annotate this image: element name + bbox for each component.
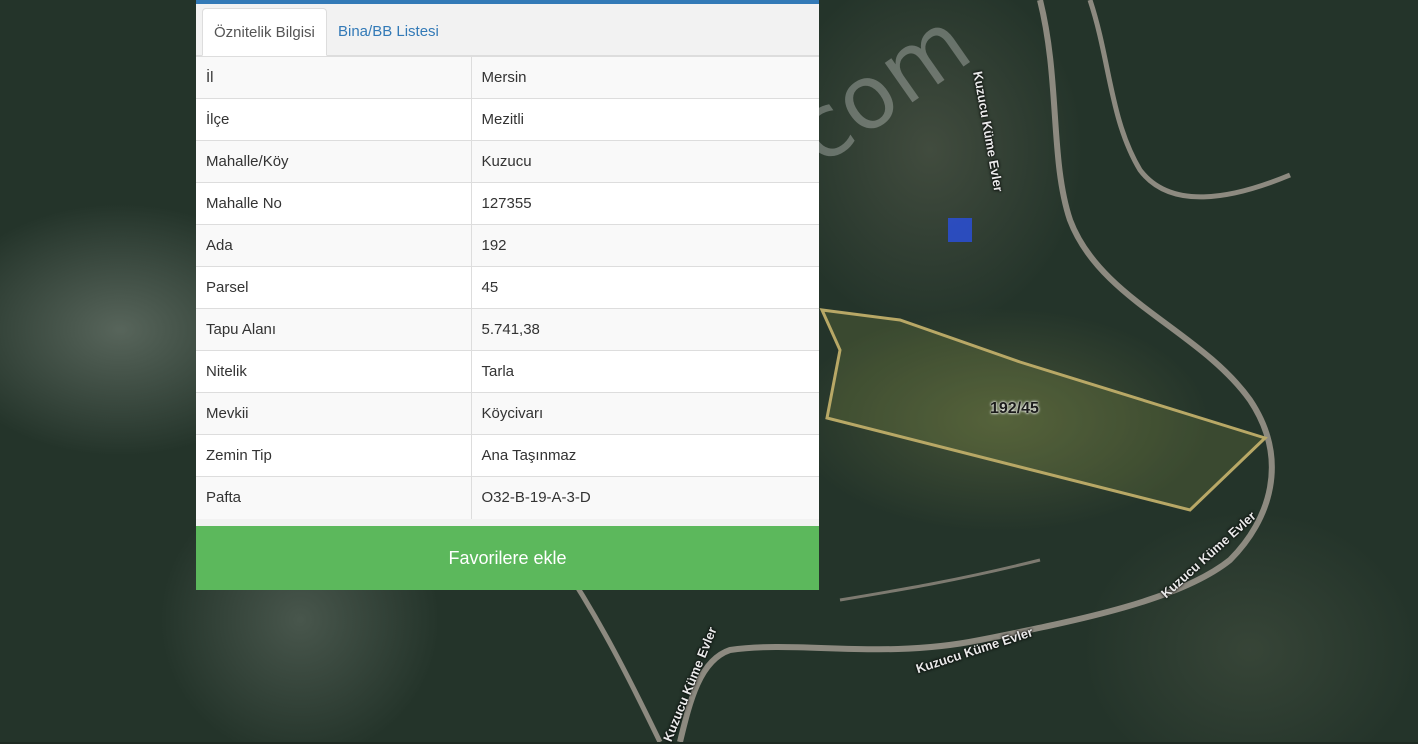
table-row: Mahalle No 127355: [196, 182, 819, 225]
road: [839, 558, 1041, 602]
attribute-key: Ada: [196, 224, 472, 267]
attribute-key: Nitelik: [196, 350, 472, 393]
table-row: İlçe Mezitli: [196, 98, 819, 141]
road: [1087, 0, 1291, 200]
tab-attribute-info[interactable]: Öznitelik Bilgisi: [202, 8, 327, 56]
attribute-value: 5.741,38: [471, 308, 819, 351]
attribute-key: Mahalle No: [196, 182, 472, 225]
attribute-value: Mezitli: [471, 98, 819, 141]
table-row: Pafta O32-B-19-A-3-D: [196, 476, 819, 519]
parcel-label: 192/45: [990, 400, 1039, 417]
parcel-outline[interactable]: [819, 308, 1268, 512]
attribute-value: O32-B-19-A-3-D: [471, 476, 819, 519]
table-row: Tapu Alanı 5.741,38: [196, 308, 819, 351]
table-row: İl Mersin: [196, 56, 819, 99]
attribute-key: Parsel: [196, 266, 472, 309]
attribute-value: Tarla: [471, 350, 819, 393]
table-row: Nitelik Tarla: [196, 350, 819, 393]
attribute-key: Zemin Tip: [196, 434, 472, 477]
table-row: Mevkii Köycivarı: [196, 392, 819, 435]
attribute-table: İl Mersin İlçe Mezitli Mahalle/Köy Kuzucu M…: [196, 56, 819, 519]
table-row: Ada 192: [196, 224, 819, 267]
table-row: Mahalle/Köy Kuzucu: [196, 140, 819, 183]
attribute-key: Mahalle/Köy: [196, 140, 472, 183]
attribute-key: İl: [196, 56, 472, 99]
table-row: Zemin Tip Ana Taşınmaz: [196, 434, 819, 477]
table-row: Parsel 45: [196, 266, 819, 309]
attribute-value: Mersin: [471, 56, 819, 99]
attribute-key: Tapu Alanı: [196, 308, 472, 351]
attribute-value: Köycivarı: [471, 392, 819, 435]
attribute-key: Mevkii: [196, 392, 472, 435]
attribute-value: Kuzucu: [471, 140, 819, 183]
attribute-value: Ana Taşınmaz: [471, 434, 819, 477]
attribute-panel: Öznitelik Bilgisi Bina/BB Listesi İl Mers…: [196, 0, 819, 590]
attribute-key: İlçe: [196, 98, 472, 141]
blue-tarp: [948, 218, 972, 242]
attribute-value: 45: [471, 266, 819, 309]
tab-building-list[interactable]: Bina/BB Listesi: [327, 8, 450, 55]
attribute-value: 192: [471, 224, 819, 267]
tab-bar: Öznitelik Bilgisi Bina/BB Listesi: [196, 4, 819, 56]
attribute-key: Pafta: [196, 476, 472, 519]
add-favorite-button[interactable]: Favorilere ekle: [196, 526, 819, 590]
attribute-value: 127355: [471, 182, 819, 225]
